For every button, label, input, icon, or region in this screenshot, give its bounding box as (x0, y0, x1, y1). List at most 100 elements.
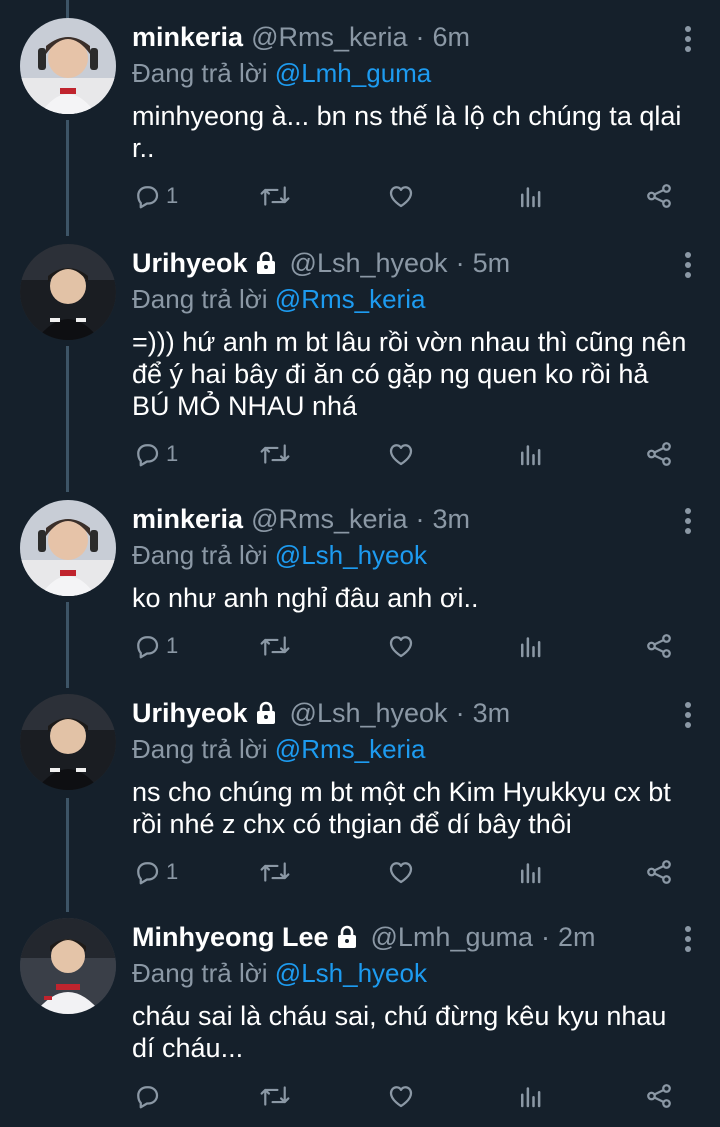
stats-button[interactable] (516, 176, 546, 216)
like-button[interactable] (386, 434, 416, 474)
reply-button[interactable]: 1 (132, 852, 178, 892)
tweet-text: ns cho chúng m bt một ch Kim Hyukkyu cx … (132, 776, 700, 840)
reply-count: 1 (166, 441, 179, 466)
lock-icon (256, 701, 275, 724)
tweet-text-line: =))) hứ anh m bt lâu rồi vờn nhau thì cũ… (132, 327, 687, 357)
share-button[interactable] (644, 626, 674, 666)
thread-line (66, 346, 69, 492)
retweet-icon (260, 1086, 290, 1106)
reply-prefix: Đang trả lời (132, 58, 268, 88)
reply-context: Đang trả lời @Rms_keria (132, 732, 700, 766)
tweet-text: minhyeong à... bn ns thế là lộ ch chúng … (132, 100, 700, 164)
like-icon (389, 636, 413, 658)
like-icon (389, 444, 413, 466)
reply-prefix: Đang trả lời (132, 284, 268, 314)
retweet-icon (260, 862, 290, 882)
timestamp[interactable]: 3m (433, 504, 471, 535)
retweet-icon (260, 636, 290, 656)
like-button[interactable] (386, 1076, 416, 1116)
reply-prefix: Đang trả lời (132, 540, 268, 570)
handle[interactable]: @Rms_keria (251, 504, 407, 535)
reply-button[interactable]: 1 (132, 176, 178, 216)
retweet-button[interactable] (258, 852, 292, 892)
avatar[interactable] (20, 918, 116, 1014)
like-button[interactable] (386, 852, 416, 892)
avatar[interactable] (20, 18, 116, 114)
timestamp[interactable]: 6m (433, 22, 471, 53)
share-button[interactable] (644, 852, 674, 892)
reply-context: Đang trả lời @Lsh_hyeok (132, 538, 700, 572)
share-icon (647, 184, 671, 208)
share-button[interactable] (644, 434, 674, 474)
stats-button[interactable] (516, 434, 546, 474)
reply-button[interactable]: 1 (132, 434, 178, 474)
mention-link[interactable]: @Rms_keria (275, 734, 426, 764)
display-name[interactable]: minkeria (132, 22, 243, 53)
display-name[interactable]: Urihyeok (132, 698, 248, 729)
tweet-text: =))) hứ anh m bt lâu rồi vờn nhau thì cũ… (132, 326, 700, 422)
stats-button[interactable] (516, 852, 546, 892)
tweet-text-line: để ý hai bây đi ăn có gặp ng quen ko rồi… (132, 359, 649, 389)
timestamp[interactable]: 2m (558, 922, 596, 953)
handle[interactable]: @Lmh_guma (371, 922, 534, 953)
retweet-button[interactable] (258, 1076, 292, 1116)
reply-count: 1 (166, 859, 179, 884)
more-options-icon[interactable] (676, 924, 700, 954)
more-options-icon[interactable] (676, 24, 700, 54)
avatar[interactable] (20, 694, 116, 790)
mention-link[interactable]: @Rms_keria (275, 284, 426, 314)
handle[interactable]: @Lsh_hyeok (290, 698, 448, 729)
like-button[interactable] (386, 176, 416, 216)
tweet-actions: 1 (132, 626, 680, 666)
separator-dot: · (541, 921, 551, 952)
display-name[interactable]: Minhyeong Lee (132, 922, 329, 953)
stats-icon (521, 445, 541, 466)
stats-icon (521, 637, 541, 658)
display-name[interactable]: minkeria (132, 504, 243, 535)
share-icon (647, 860, 671, 884)
stats-button[interactable] (516, 626, 546, 666)
tweet-text: cháu sai là cháu sai, chú đừng kêu kyu n… (132, 1000, 700, 1064)
stats-icon (521, 863, 541, 884)
share-button[interactable] (644, 1076, 674, 1116)
reply-count: 1 (166, 633, 179, 658)
like-button[interactable] (386, 626, 416, 666)
reply-button[interactable]: 1 (132, 626, 178, 666)
reply-context: Đang trả lời @Lmh_guma (132, 56, 700, 90)
more-options-icon[interactable] (676, 700, 700, 730)
handle[interactable]: @Lsh_hyeok (290, 248, 448, 279)
like-icon (389, 1086, 413, 1108)
display-name[interactable]: Urihyeok (132, 248, 248, 279)
retweet-button[interactable] (258, 626, 292, 666)
reply-icon (137, 186, 159, 209)
share-icon (647, 1084, 671, 1108)
mention-link[interactable]: @Lsh_hyeok (275, 540, 427, 570)
tweet-text: ko như anh nghỉ đâu anh ơi.. (132, 582, 700, 614)
stats-button[interactable] (516, 1076, 546, 1116)
separator-dot: · (415, 503, 425, 534)
separator-dot: · (415, 21, 425, 52)
reply-button[interactable] (132, 1076, 166, 1116)
reply-icon (137, 444, 159, 467)
thread-line (66, 798, 69, 912)
retweet-button[interactable] (258, 434, 292, 474)
tweet-actions: 1 (132, 176, 680, 216)
more-options-icon[interactable] (676, 250, 700, 280)
avatar[interactable] (20, 244, 116, 340)
separator-dot: · (455, 697, 465, 728)
reply-prefix: Đang trả lời (132, 734, 268, 764)
retweet-button[interactable] (258, 176, 292, 216)
like-icon (389, 862, 413, 884)
more-options-icon[interactable] (676, 506, 700, 536)
mention-link[interactable]: @Lmh_guma (275, 58, 431, 88)
share-button[interactable] (644, 176, 674, 216)
avatar[interactable] (20, 500, 116, 596)
reply-context: Đang trả lời @Rms_keria (132, 282, 700, 316)
reply-prefix: Đang trả lời (132, 958, 268, 988)
reply-icon (137, 1086, 159, 1109)
handle[interactable]: @Rms_keria (251, 22, 407, 53)
timestamp[interactable]: 3m (473, 698, 511, 729)
mention-link[interactable]: @Lsh_hyeok (275, 958, 427, 988)
share-icon (647, 442, 671, 466)
timestamp[interactable]: 5m (473, 248, 511, 279)
